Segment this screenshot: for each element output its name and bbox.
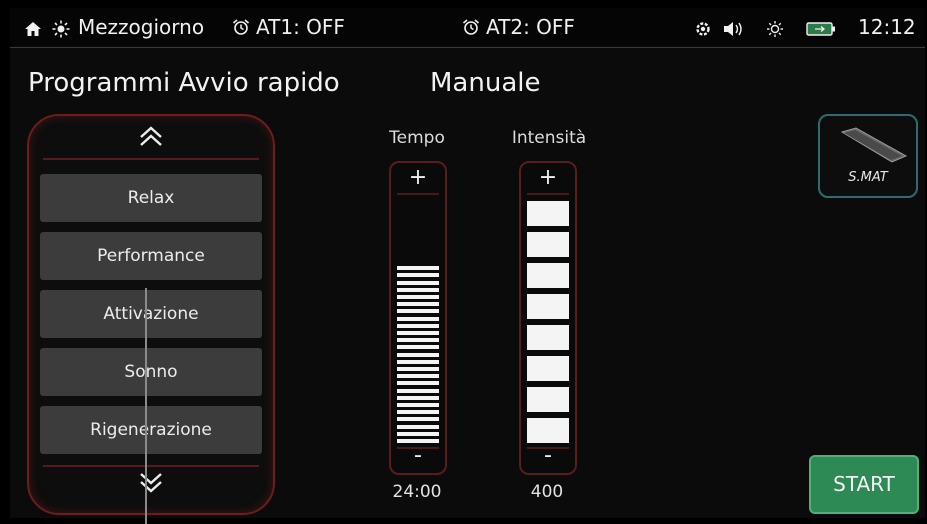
program-rigenerazione-button[interactable]: Rigenerazione (40, 406, 262, 454)
program-performance-button[interactable]: Performance (40, 232, 262, 280)
intensity-minus-button[interactable]: - (521, 443, 575, 468)
tempo-level-stripe (397, 287, 439, 292)
sun-icon (52, 8, 70, 46)
intensity-top-divider (527, 193, 569, 195)
tempo-plus-button[interactable]: + (391, 165, 445, 190)
mat-icon (840, 127, 908, 163)
list-scroll-indicator (145, 288, 147, 524)
tempo-level-stripe (397, 345, 439, 350)
screen: Mezzogiorno AT1: OFF AT2: OFF 12:12 Prog… (10, 8, 925, 524)
status-divider (10, 47, 925, 48)
tempo-level-bars (397, 201, 439, 443)
location-label: Mezzogiorno (78, 15, 205, 39)
program-list-panel: Relax Performance Attivazione Sonno Rige… (27, 114, 275, 515)
intensity-level-segment (527, 232, 569, 257)
tempo-level-stripe (397, 316, 439, 321)
tempo-level-stripe (397, 295, 439, 299)
tempo-top-divider (397, 193, 439, 195)
intensity-slider[interactable]: + - (519, 161, 577, 475)
tempo-level-stripe (397, 302, 439, 307)
tempo-level-stripe (397, 266, 439, 271)
gear-icon[interactable] (694, 8, 712, 46)
status-bar: Mezzogiorno AT1: OFF AT2: OFF 12:12 (10, 8, 925, 46)
intensity-level-bars (527, 201, 569, 443)
intensity-value: 400 (530, 482, 564, 502)
tempo-level-stripe (397, 280, 439, 285)
program-sonno-button[interactable]: Sonno (40, 348, 262, 396)
tempo-value: 24:00 (392, 482, 442, 502)
speaker-icon[interactable] (722, 8, 744, 46)
tempo-level-stripe (397, 417, 439, 422)
tempo-level-stripe (397, 388, 439, 393)
alarm-clock-icon (462, 8, 480, 46)
manual-heading: Manuale (430, 68, 541, 98)
tempo-level-stripe (397, 359, 439, 364)
intensity-level-segment (527, 263, 569, 288)
start-button[interactable]: START (809, 455, 919, 514)
tempo-level-stripe (397, 395, 439, 400)
tempo-minus-button[interactable]: - (391, 443, 445, 468)
tempo-level-stripe (397, 374, 439, 379)
alarm1-label: AT1: OFF (256, 15, 345, 39)
intensity-level-segment (527, 294, 569, 319)
intensity-level-segment (527, 387, 569, 412)
tempo-level-stripe (397, 273, 439, 278)
intensity-level-segment (527, 201, 569, 226)
double-chevron-down-icon[interactable] (29, 471, 273, 501)
intensity-label: Intensità (511, 128, 587, 148)
tempo-level-stripe (397, 424, 439, 429)
tempo-slider[interactable]: + - (389, 161, 447, 475)
smat-device-button[interactable]: S.MAT (818, 114, 918, 198)
smat-label: S.MAT (848, 170, 888, 185)
intensity-plus-button[interactable]: + (521, 165, 575, 190)
tempo-level-stripe (397, 309, 439, 314)
tempo-level-stripe (397, 381, 439, 386)
panel-top-divider (43, 158, 259, 160)
panel-bottom-divider (43, 465, 259, 467)
battery-icon (806, 8, 836, 46)
tempo-level-stripe (397, 331, 439, 335)
intensity-level-segment (527, 356, 569, 381)
intensity-level-segment (527, 325, 569, 350)
alarm2-status[interactable]: AT2: OFF (462, 8, 575, 46)
tempo-level-stripe (397, 367, 439, 371)
tempo-level-stripe (397, 410, 439, 415)
tempo-label: Tempo (389, 128, 445, 148)
intensity-level-segment (527, 418, 569, 443)
brightness-icon[interactable] (766, 8, 784, 46)
double-chevron-up-icon[interactable] (29, 124, 273, 154)
tempo-level-stripe (397, 431, 439, 436)
home-icon[interactable] (24, 8, 42, 46)
alarm2-label: AT2: OFF (486, 15, 575, 39)
alarm1-status[interactable]: AT1: OFF (232, 8, 345, 46)
program-relax-button[interactable]: Relax (40, 174, 262, 222)
tempo-level-stripe (397, 403, 439, 407)
programs-heading: Programmi Avvio rapido (28, 68, 340, 98)
tempo-level-stripe (397, 323, 439, 328)
alarm-clock-icon (232, 8, 250, 46)
clock-time: 12:12 (858, 15, 916, 39)
tempo-level-stripe (397, 352, 439, 357)
program-attivazione-button[interactable]: Attivazione (40, 290, 262, 338)
tempo-level-stripe (397, 338, 439, 343)
